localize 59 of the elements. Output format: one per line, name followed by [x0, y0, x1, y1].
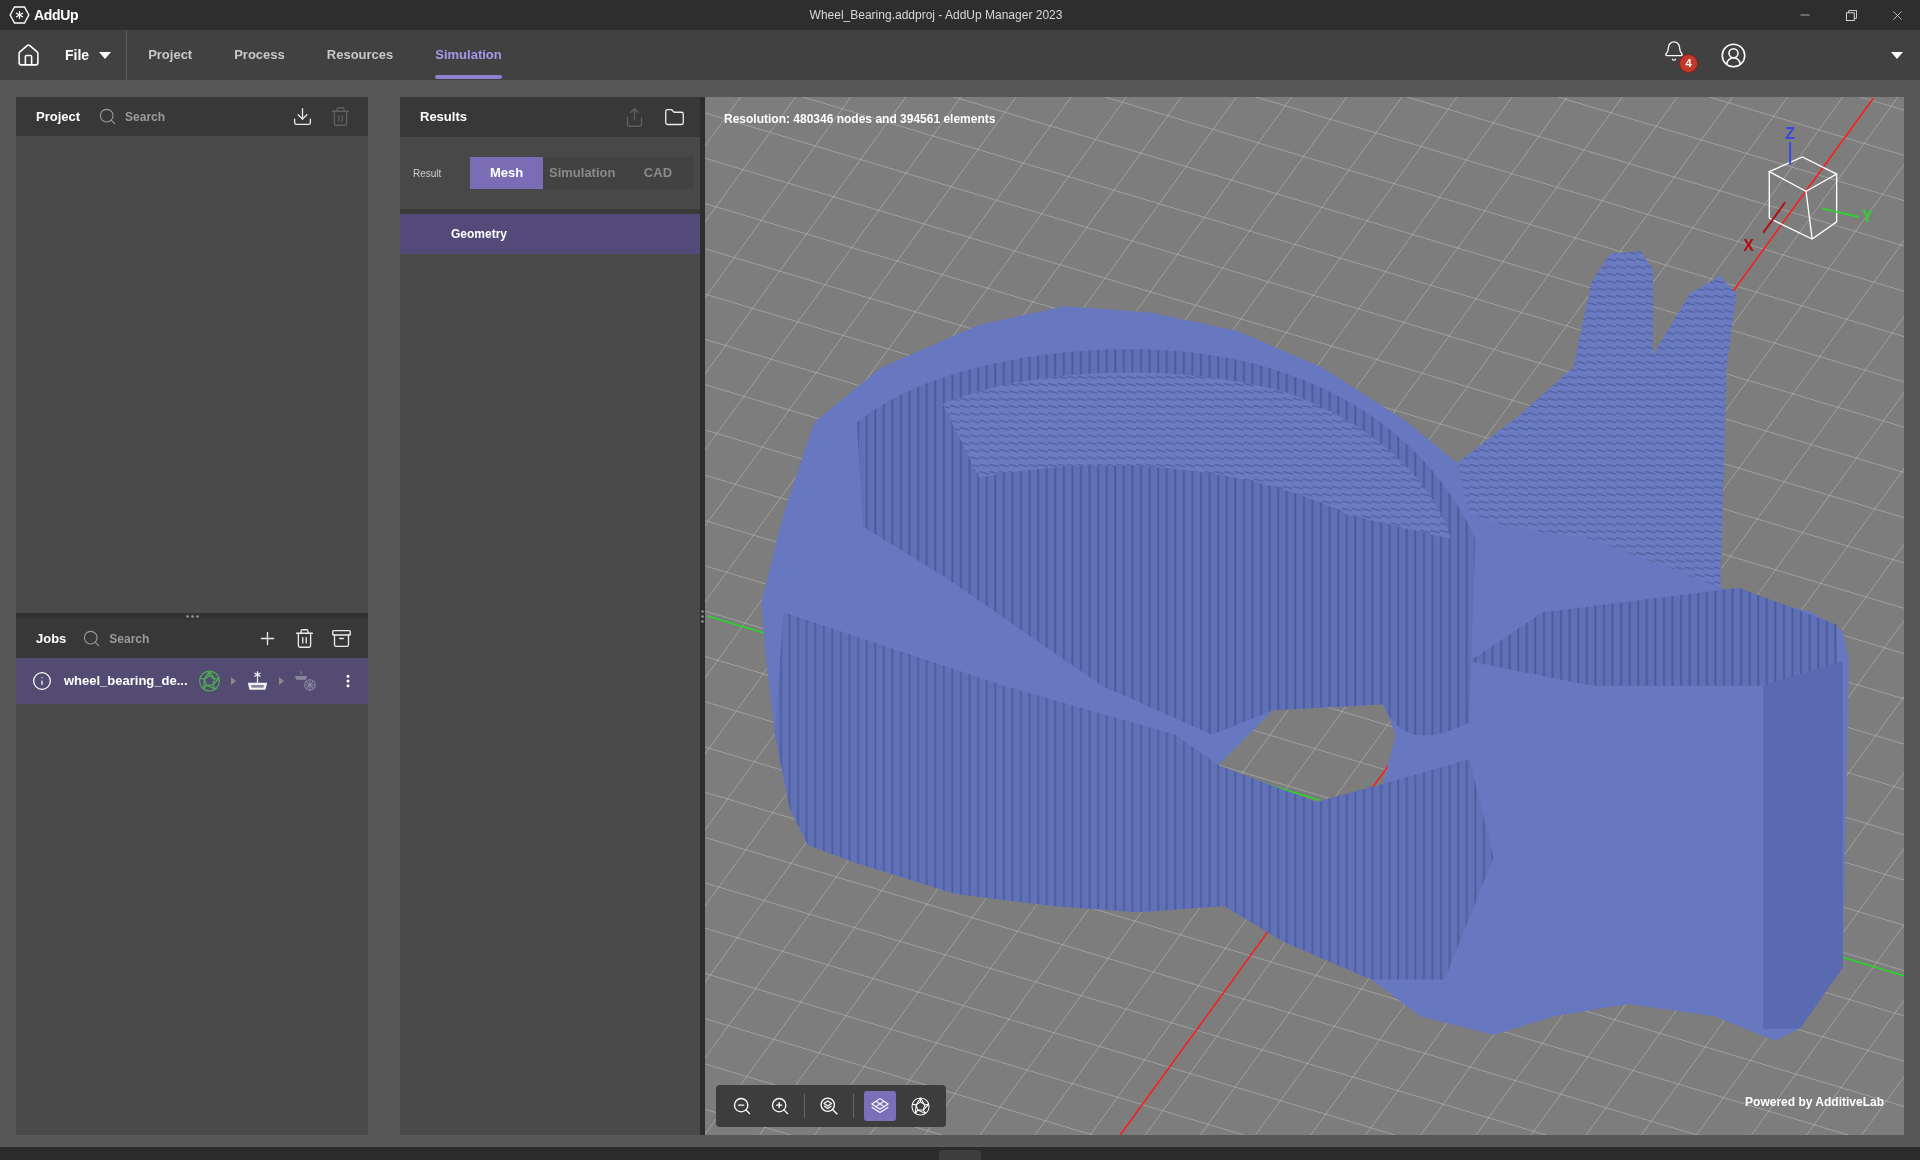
menu-tab[interactable]: Project: [148, 30, 193, 80]
panel-title: Project: [36, 107, 81, 126]
menu-tab[interactable]: Simulation: [435, 30, 502, 80]
grip-icon: [185, 614, 199, 618]
job-name: wheel_bearing_de...: [64, 672, 189, 691]
job-row[interactable]: wheel_bearing_de...: [16, 658, 368, 704]
app-logo-text: AddUp: [34, 5, 79, 25]
trash-icon: [294, 628, 315, 649]
axis-label: X: [1743, 237, 1754, 255]
3d-viewport[interactable]: Z X Y Resolution: 480346 nodes and 394561 elements Powered by AdditiveLab: [705, 97, 1904, 1135]
panel-title: Results: [420, 108, 467, 127]
axis-label: Y: [1861, 207, 1873, 225]
geodesic-sphere-icon: [910, 1096, 930, 1116]
file-menu[interactable]: File: [65, 44, 112, 66]
info-icon: [32, 671, 52, 691]
orientation-cube-icon: [1762, 141, 1860, 240]
caret-down-icon: [1891, 51, 1903, 59]
caret-down-icon: [99, 51, 112, 59]
caret-right-icon: [231, 677, 236, 685]
bell-icon: [1663, 40, 1685, 62]
download-button[interactable]: [291, 105, 314, 128]
menu-tab[interactable]: Process: [234, 30, 285, 80]
result-label: Result: [413, 166, 443, 181]
laser-tray-icon[interactable]: [246, 670, 269, 692]
archive-button[interactable]: [330, 627, 353, 650]
archive-icon: [331, 628, 352, 649]
result-item[interactable]: Geometry: [400, 214, 700, 254]
credit-text: Powered by AdditiveLab: [1745, 1094, 1884, 1111]
zoom-out-icon: [732, 1096, 752, 1116]
share-icon: [624, 106, 645, 128]
folder-icon: [664, 106, 685, 128]
restore-icon: [1845, 9, 1857, 21]
search-input[interactable]: Search: [109, 629, 200, 648]
logo-icon: [9, 6, 30, 24]
grip-icon: [701, 609, 704, 623]
zoom-fit-icon: [819, 1096, 839, 1116]
resolution-text: Resolution: 480346 nodes and 394561 elements: [724, 111, 996, 128]
user-icon: [1719, 41, 1747, 69]
account-button[interactable]: [1718, 40, 1748, 70]
grid-plane-icon: [870, 1097, 890, 1115]
notifications-button[interactable]: 4: [1662, 37, 1698, 73]
mesh-view-button[interactable]: [864, 1091, 896, 1121]
axis-label: Z: [1785, 124, 1795, 142]
search-input[interactable]: Search: [125, 107, 216, 126]
trash-icon: [330, 106, 351, 127]
window-title: Wheel_Bearing.addproj - AddUp Manager 2023: [809, 7, 1063, 24]
menu-tab[interactable]: Resources: [326, 30, 394, 80]
home-button[interactable]: [15, 42, 41, 68]
caret-right-icon: [279, 677, 284, 685]
download-icon: [292, 106, 313, 127]
panel-title: Jobs: [36, 629, 67, 648]
delete-button[interactable]: [293, 627, 316, 650]
home-icon: [15, 42, 41, 68]
search-icon: [82, 629, 102, 648]
mode-tab[interactable]: Mesh: [470, 157, 543, 189]
search-icon: [98, 107, 118, 126]
notification-badge: 4: [1679, 54, 1698, 73]
zoom-in-icon: [770, 1096, 790, 1116]
geodesic-sphere-icon[interactable]: [198, 670, 221, 692]
